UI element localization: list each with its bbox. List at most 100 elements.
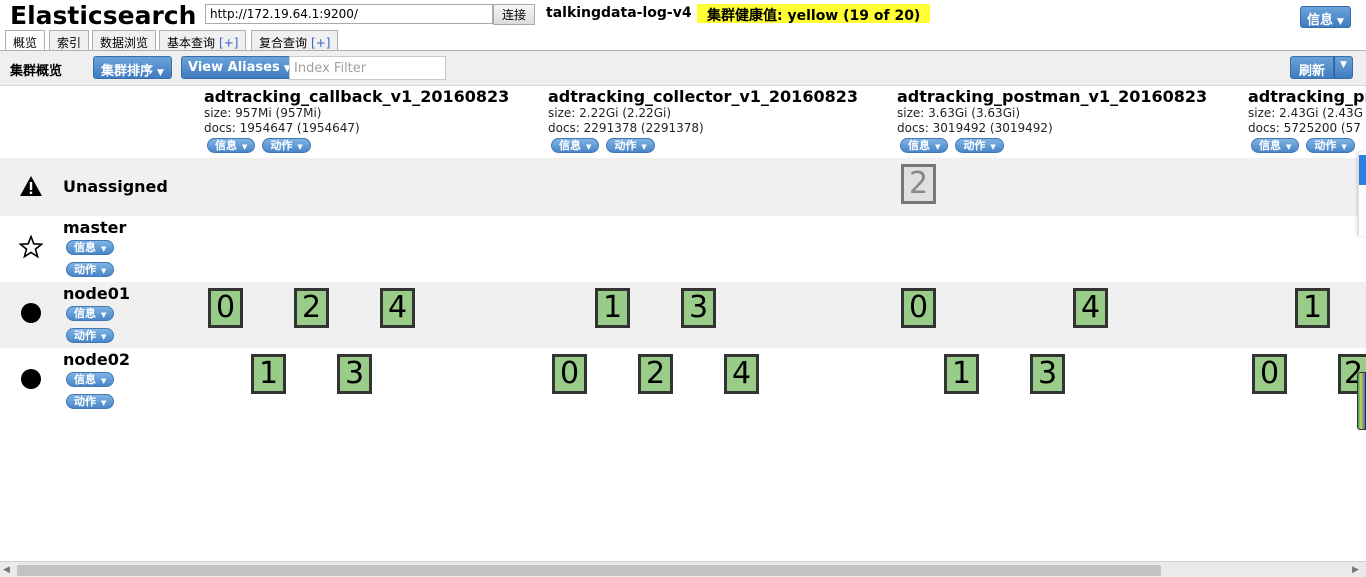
shard[interactable]: 2: [638, 354, 673, 394]
index-action-button[interactable]: 动作 ▼: [955, 138, 1004, 153]
button-label: 动作: [963, 139, 986, 152]
button-label: 信息: [74, 373, 96, 386]
shard[interactable]: 0: [552, 354, 587, 394]
index-info-button[interactable]: 信息 ▼: [207, 138, 256, 153]
index-action-button[interactable]: 动作 ▼: [262, 138, 311, 153]
tab-overview[interactable]: 概览: [5, 30, 46, 52]
index-docs: docs: 5725200 (57: [1248, 121, 1361, 135]
chevron-down-icon: ▼: [641, 143, 647, 151]
button-label: 动作: [270, 139, 293, 152]
shard[interactable]: 1: [251, 354, 286, 394]
index-size: size: 3.63Gi (3.63Gi): [897, 106, 1021, 120]
index-column-header: adtracking_pr size: 2.43Gi (2.43G docs: …: [1248, 88, 1366, 153]
node-name: master: [63, 218, 127, 237]
add-tab-link[interactable]: [+]: [311, 36, 330, 50]
scrollbar-thumb[interactable]: [17, 565, 1161, 576]
shard[interactable]: 3: [681, 288, 716, 328]
shard[interactable]: 1: [1295, 288, 1330, 328]
button-label: 动作: [614, 139, 637, 152]
tab-compound-query[interactable]: 复合查询 [+]: [251, 30, 339, 51]
shard[interactable]: 3: [337, 354, 372, 394]
node-action-button[interactable]: 动作 ▼: [66, 394, 115, 409]
tab-label: 数据浏览: [100, 36, 149, 50]
add-tab-link[interactable]: [+]: [219, 36, 238, 50]
node-action-button[interactable]: 动作 ▼: [66, 328, 115, 343]
chevron-down-icon: ▼: [586, 143, 592, 151]
index-info-button[interactable]: 信息 ▼: [900, 138, 949, 153]
shard[interactable]: 4: [1073, 288, 1108, 328]
index-name: adtracking_pr: [1248, 88, 1366, 106]
shard[interactable]: 0: [901, 288, 936, 328]
index-info-button[interactable]: 信息 ▼: [1251, 138, 1300, 153]
connect-button[interactable]: 连接: [493, 4, 535, 25]
scroll-left-icon[interactable]: ◀: [3, 565, 10, 575]
node-name: node02: [63, 350, 130, 369]
index-size: size: 2.22Gi (2.22Gi): [548, 106, 672, 120]
horizontal-scrollbar[interactable]: ◀ ▶: [0, 561, 1366, 577]
chevron-down-icon: ▼: [1341, 143, 1347, 151]
shard[interactable]: 4: [380, 288, 415, 328]
node-info-button[interactable]: 信息 ▼: [66, 372, 115, 387]
refresh-options-button[interactable]: ▼: [1334, 56, 1353, 79]
shard-unassigned[interactable]: 2: [901, 164, 936, 204]
button-label: 信息: [1259, 139, 1281, 152]
chevron-down-icon: ▼: [1337, 17, 1344, 27]
shard[interactable]: 4: [724, 354, 759, 394]
node-info-button[interactable]: 信息 ▼: [66, 306, 115, 321]
chevron-down-icon: ▼: [101, 333, 107, 341]
cluster-sort-button[interactable]: 集群排序 ▼: [93, 56, 172, 79]
cluster-url-input[interactable]: [205, 4, 493, 24]
tab-browser[interactable]: 数据浏览: [92, 30, 157, 51]
index-name: adtracking_postman_v1_20160823: [897, 87, 1208, 106]
tab-label: 索引: [57, 36, 82, 50]
button-label: 信息: [908, 139, 930, 152]
button-label: 信息: [74, 241, 96, 254]
app-title: Elasticsearch: [10, 1, 197, 30]
shard[interactable]: 1: [595, 288, 630, 328]
index-info-button[interactable]: 信息 ▼: [551, 138, 600, 153]
tab-label: 复合查询: [259, 36, 308, 50]
top-info-label: 信息: [1307, 13, 1334, 28]
chevron-down-icon: ▼: [1286, 143, 1292, 151]
shard[interactable]: 2: [294, 288, 329, 328]
node-action-button[interactable]: 动作 ▼: [66, 262, 115, 277]
index-docs: docs: 3019492 (3019492): [897, 121, 1053, 135]
index-docs: docs: 1954647 (1954647): [204, 121, 360, 135]
shard[interactable]: 3: [1030, 354, 1065, 394]
chevron-down-icon: ▼: [101, 399, 107, 407]
tab-indices[interactable]: 索引: [49, 30, 90, 51]
button-label: 信息: [74, 307, 96, 320]
shard[interactable]: 0: [208, 288, 243, 328]
star-icon: [18, 234, 44, 263]
node-info-button[interactable]: 信息 ▼: [66, 240, 115, 255]
warning-icon: [19, 174, 43, 202]
tab-label: 概览: [13, 36, 38, 50]
refresh-control: 刷新 ▼: [1290, 56, 1353, 79]
cluster-name: talkingdata-log-v4: [546, 5, 692, 21]
index-docs: docs: 2291378 (2291378): [548, 121, 704, 135]
view-aliases-button[interactable]: View Aliases ▼: [181, 56, 298, 79]
button-label: 动作: [1314, 139, 1337, 152]
aliases-label: View Aliases: [188, 60, 280, 75]
button-label: 动作: [74, 395, 96, 408]
index-name: adtracking_callback_v1_20160823: [204, 87, 510, 106]
index-action-button[interactable]: 动作 ▼: [606, 138, 655, 153]
scroll-right-icon[interactable]: ▶: [1352, 565, 1359, 575]
shard[interactable]: 1: [944, 354, 979, 394]
node-name: node01: [63, 284, 130, 303]
index-action-button[interactable]: 动作 ▼: [1306, 138, 1355, 153]
index-column-header: adtracking_postman_v1_20160823 size: 3.6…: [897, 88, 1207, 153]
shard[interactable]: 0: [1252, 354, 1287, 394]
index-column-header: adtracking_callback_v1_20160823 size: 95…: [204, 88, 509, 153]
top-info-button[interactable]: 信息 ▼: [1300, 6, 1351, 28]
chevron-down-icon: ▼: [157, 68, 164, 78]
cluster-health-badge: 集群健康值: yellow (19 of 20): [697, 4, 931, 24]
side-panel-accent: [1359, 155, 1366, 185]
overview-toolbar: 集群概览 集群排序▼ View Aliases▼ 刷新 ▼: [0, 51, 1366, 86]
side-panel-tab[interactable]: [1358, 152, 1366, 236]
tab-basic-query[interactable]: 基本查询 [+]: [159, 30, 247, 51]
side-meter-widget[interactable]: [1357, 372, 1366, 430]
index-filter-input[interactable]: [289, 56, 446, 80]
refresh-button[interactable]: 刷新: [1290, 56, 1335, 79]
index-column-header: adtracking_collector_v1_20160823 size: 2…: [548, 88, 858, 153]
